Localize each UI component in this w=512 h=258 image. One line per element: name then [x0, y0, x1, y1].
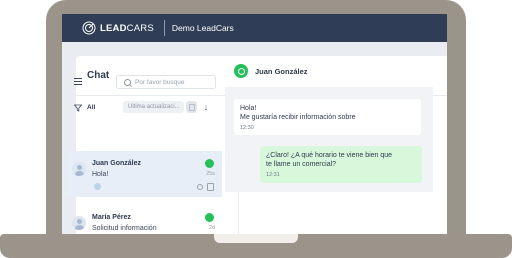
message-time: 12:30 — [240, 125, 254, 131]
conversation-preview: Hola! — [92, 171, 109, 178]
filter-icon[interactable] — [74, 104, 82, 112]
sort-select[interactable]: Ultima actualizaci... — [123, 101, 184, 113]
message-time: 12:31 — [266, 172, 280, 178]
filter-all-label[interactable]: All — [87, 104, 95, 111]
whatsapp-icon — [205, 213, 214, 222]
topbar-divider — [163, 20, 165, 36]
settings-icon[interactable] — [197, 184, 203, 190]
brand-logo[interactable]: LEADCARS — [82, 21, 154, 35]
search-input[interactable]: Por favor busque — [116, 75, 216, 89]
organization-name[interactable]: Demo LeadCars — [172, 23, 234, 33]
conversation-item[interactable]: María Pérez Solicitud información 2d — [66, 205, 222, 234]
avatar — [72, 216, 86, 230]
top-bar: LEADCARS Demo LeadCars — [62, 14, 447, 42]
conversation-time: 25s — [206, 171, 215, 177]
avatar — [72, 162, 86, 176]
document-icon[interactable] — [207, 183, 214, 191]
brand-name: LEADCARS — [100, 22, 154, 34]
conversation-preview: Solicitud información — [92, 225, 157, 232]
sort-direction-button[interactable]: ↓ — [200, 101, 212, 113]
leadcars-logo-icon — [82, 21, 96, 35]
message-text-line: Hola! — [240, 105, 257, 112]
chat-contact-name[interactable]: Juan González — [255, 67, 308, 76]
message-text-line: te llame un comercial? — [266, 161, 337, 168]
conversation-time: 2d — [208, 225, 215, 231]
search-icon — [124, 78, 131, 86]
message-text-line: ¿Claro! ¿A qué horario te viene bien que — [266, 152, 393, 159]
sort-options-button[interactable] — [186, 101, 197, 113]
whatsapp-icon — [234, 64, 248, 78]
conversation-name: Juan González — [92, 160, 142, 167]
conversation-name: María Pérez — [92, 214, 131, 221]
outgoing-message: ¿Claro! ¿A qué horario te viene bien que… — [260, 146, 422, 183]
laptop-notch — [214, 234, 298, 243]
menu-icon[interactable] — [74, 78, 82, 87]
conversation-item[interactable]: Juan González Hola! 25s — [66, 151, 222, 197]
app-screen: LEADCARS Demo LeadCars Chat Por favor bu… — [62, 14, 447, 234]
status-tag-icon — [94, 183, 101, 190]
page-title: Chat — [87, 70, 110, 81]
incoming-message: Hola! Me gustaría recibir información so… — [234, 99, 421, 135]
message-text-line: Me gustaría recibir información sobre — [240, 114, 356, 121]
search-placeholder: Por favor busque — [135, 78, 185, 86]
whatsapp-icon — [205, 159, 214, 168]
message-thread: Hola! Me gustaría recibir información so… — [225, 87, 433, 192]
